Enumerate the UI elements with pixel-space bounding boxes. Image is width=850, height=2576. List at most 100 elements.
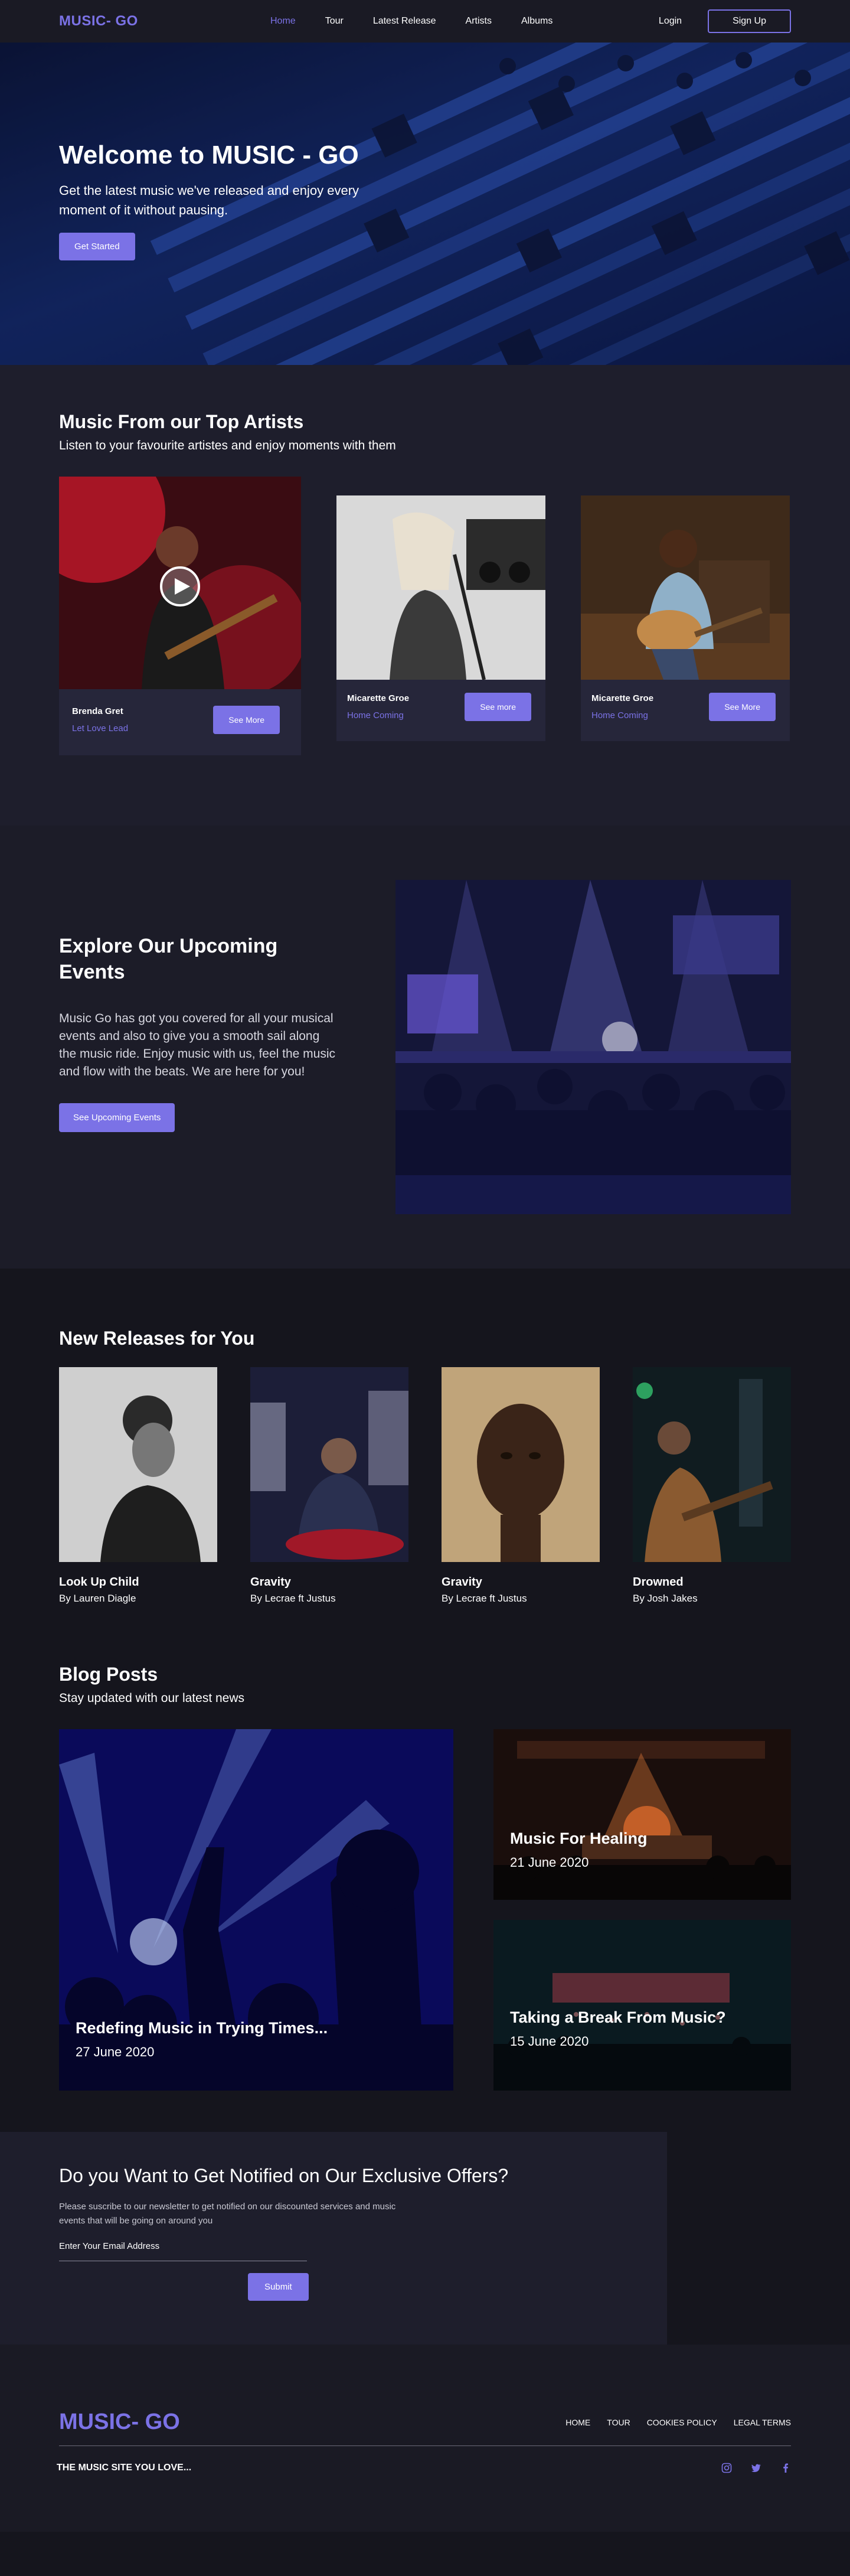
artist-name: Brenda Gret	[72, 706, 123, 716]
release-card[interactable]: Gravity By Lecrae ft Justus	[250, 1367, 408, 1605]
footer-link-legal-terms[interactable]: LEGAL TERMS	[734, 2418, 791, 2427]
blog-post-image	[493, 1920, 791, 2091]
release-artist: By Lauren Diagle	[59, 1593, 136, 1604]
release-artist: By Josh Jakes	[633, 1593, 698, 1604]
site-logo[interactable]: MUSIC- GO	[59, 13, 138, 30]
blog-post-card[interactable]: Taking a Break From Music? 15 June 2020	[493, 1920, 791, 2091]
blog-post-title[interactable]: Music For Healing	[510, 1830, 648, 1848]
nav-link-artists[interactable]: Artists	[466, 16, 492, 27]
artist-info: Micarette Groe Home Coming See more	[336, 680, 545, 741]
top-navbar: MUSIC- GO Home Tour Latest Release Artis…	[0, 0, 850, 43]
hero-section: Welcome to MUSIC - GO Get the latest mus…	[0, 43, 850, 365]
artist-cards: Brenda Gret Let Love Lead See More Micar…	[59, 477, 791, 755]
artist-photo[interactable]	[581, 495, 790, 680]
artist-photo[interactable]	[59, 477, 301, 689]
submit-button[interactable]: Submit	[248, 2273, 309, 2301]
blog-post-date: 15 June 2020	[510, 2034, 589, 2049]
blog-post-title[interactable]: Redefing Music in Trying Times...	[76, 2019, 328, 2037]
blog-posts-section: Blog Posts Stay updated with our latest …	[0, 1605, 850, 2132]
top-artists-section: Music From our Top Artists Listen to you…	[0, 365, 850, 826]
artist-info: Micarette Groe Home Coming See More	[581, 680, 790, 741]
artist-photo[interactable]	[336, 495, 545, 680]
release-cover[interactable]	[633, 1367, 791, 1562]
newsletter-title: Do you Want to Get Notified on Our Exclu…	[59, 2165, 509, 2186]
artists-title: Music From our Top Artists	[59, 411, 304, 432]
blog-post-date: 21 June 2020	[510, 1855, 589, 1870]
login-link[interactable]: Login	[659, 16, 682, 27]
see-more-button[interactable]: See More	[213, 706, 280, 734]
release-card[interactable]: Drowned By Josh Jakes	[633, 1367, 791, 1605]
events-text: Explore Our Upcoming Events Music Go has…	[59, 880, 336, 1269]
site-footer: MUSIC- GO HOME TOUR COOKIES POLICY LEGAL…	[0, 2345, 850, 2532]
get-started-button[interactable]: Get Started	[59, 233, 135, 260]
twitter-icon[interactable]	[751, 2463, 761, 2473]
blog-subtitle: Stay updated with our latest news	[59, 1691, 245, 1705]
hero-content: Welcome to MUSIC - GO Get the latest mus…	[59, 141, 366, 260]
blog-caption: Taking a Break From Music? 15 June 2020	[510, 2008, 726, 2049]
events-title: Explore Our Upcoming Events	[59, 935, 278, 983]
blog-post-image	[493, 1729, 791, 1900]
new-releases-section: New Releases for You Look Up Child By La…	[0, 1269, 850, 1605]
nav-link-albums[interactable]: Albums	[521, 16, 552, 27]
footer-link-home[interactable]: HOME	[565, 2418, 590, 2427]
footer-tagline: THE MUSIC SITE YOU LOVE...	[57, 2463, 192, 2473]
artist-card: Brenda Gret Let Love Lead See More	[59, 477, 301, 755]
hero-subtitle: Get the latest music we've released and …	[59, 183, 359, 217]
nav-link-tour[interactable]: Tour	[325, 16, 344, 27]
release-artist: By Lecrae ft Justus	[442, 1593, 527, 1604]
footer-top: MUSIC- GO HOME TOUR COOKIES POLICY LEGAL…	[59, 2409, 791, 2446]
release-cover[interactable]	[250, 1367, 408, 1562]
release-cover[interactable]	[442, 1367, 600, 1562]
release-title: Gravity	[442, 1576, 482, 1589]
facebook-icon[interactable]	[780, 2463, 791, 2473]
release-title: Drowned	[633, 1576, 684, 1589]
social-links	[721, 2463, 791, 2473]
hero-title: Welcome to MUSIC - GO	[59, 141, 359, 169]
concert-image	[395, 880, 791, 1214]
nav-link-latest-release[interactable]: Latest Release	[373, 16, 436, 27]
artist-name: Micarette Groe	[591, 693, 654, 703]
footer-link-cookies-policy[interactable]: COOKIES POLICY	[647, 2418, 717, 2427]
release-card[interactable]: Look Up Child By Lauren Diagle	[59, 1367, 217, 1605]
nav-link-home[interactable]: Home	[270, 16, 296, 27]
release-cover[interactable]	[59, 1367, 217, 1562]
newsletter-body: Please suscribe to our newsletter to get…	[59, 2202, 396, 2226]
artist-card: Micarette Groe Home Coming See more	[336, 495, 545, 741]
see-upcoming-events-button[interactable]: See Upcoming Events	[59, 1103, 175, 1132]
release-artist: By Lecrae ft Justus	[250, 1593, 336, 1604]
footer-nav: HOME TOUR COOKIES POLICY LEGAL TERMS	[565, 2418, 791, 2427]
events-body: Music Go has got you covered for all you…	[59, 1012, 336, 1078]
nav-actions: Login Sign Up	[659, 9, 791, 33]
release-title: Look Up Child	[59, 1576, 139, 1589]
artist-song-link[interactable]: Home Coming	[591, 710, 653, 720]
see-more-button[interactable]: See More	[709, 693, 776, 721]
footer-logo[interactable]: MUSIC- GO	[59, 2409, 180, 2435]
release-card[interactable]: Gravity By Lecrae ft Justus	[442, 1367, 600, 1605]
artists-subtitle: Listen to your favourite artistes and en…	[59, 439, 396, 452]
releases-title: New Releases for You	[59, 1328, 255, 1349]
see-more-button[interactable]: See more	[465, 693, 531, 721]
blog-post-title[interactable]: Taking a Break From Music?	[510, 2008, 726, 2027]
newsletter-section: Do you Want to Get Notified on Our Exclu…	[0, 2132, 667, 2345]
upcoming-events-section: Explore Our Upcoming Events Music Go has…	[0, 826, 850, 1269]
blog-caption: Redefing Music in Trying Times... 27 Jun…	[76, 2019, 328, 2060]
blog-post-card[interactable]: Music For Healing 21 June 2020	[493, 1729, 791, 1900]
release-title: Gravity	[250, 1576, 291, 1589]
instagram-icon[interactable]	[721, 2463, 732, 2473]
artist-info: Brenda Gret Let Love Lead See More	[59, 689, 301, 755]
blog-post-card[interactable]: Redefing Music in Trying Times... 27 Jun…	[59, 1729, 453, 2091]
signup-button[interactable]: Sign Up	[708, 9, 791, 33]
artist-song-link[interactable]: Home Coming	[347, 710, 409, 720]
email-input[interactable]: Enter Your Email Address	[59, 2241, 307, 2261]
blog-caption: Music For Healing 21 June 2020	[510, 1830, 648, 1870]
artist-card: Micarette Groe Home Coming See More	[581, 495, 790, 741]
footer-bottom: THE MUSIC SITE YOU LOVE...	[57, 2463, 791, 2473]
footer-link-tour[interactable]: TOUR	[607, 2418, 630, 2427]
release-list: Look Up Child By Lauren Diagle Gravity B…	[59, 1367, 791, 1605]
main-nav: Home Tour Latest Release Artists Albums	[270, 16, 582, 27]
blog-grid: Redefing Music in Trying Times... 27 Jun…	[59, 1729, 791, 2091]
artist-name: Micarette Groe	[347, 693, 410, 703]
blog-title: Blog Posts	[59, 1664, 158, 1685]
blog-post-date: 27 June 2020	[76, 2045, 155, 2059]
artist-song-link[interactable]: Let Love Lead	[72, 723, 128, 733]
